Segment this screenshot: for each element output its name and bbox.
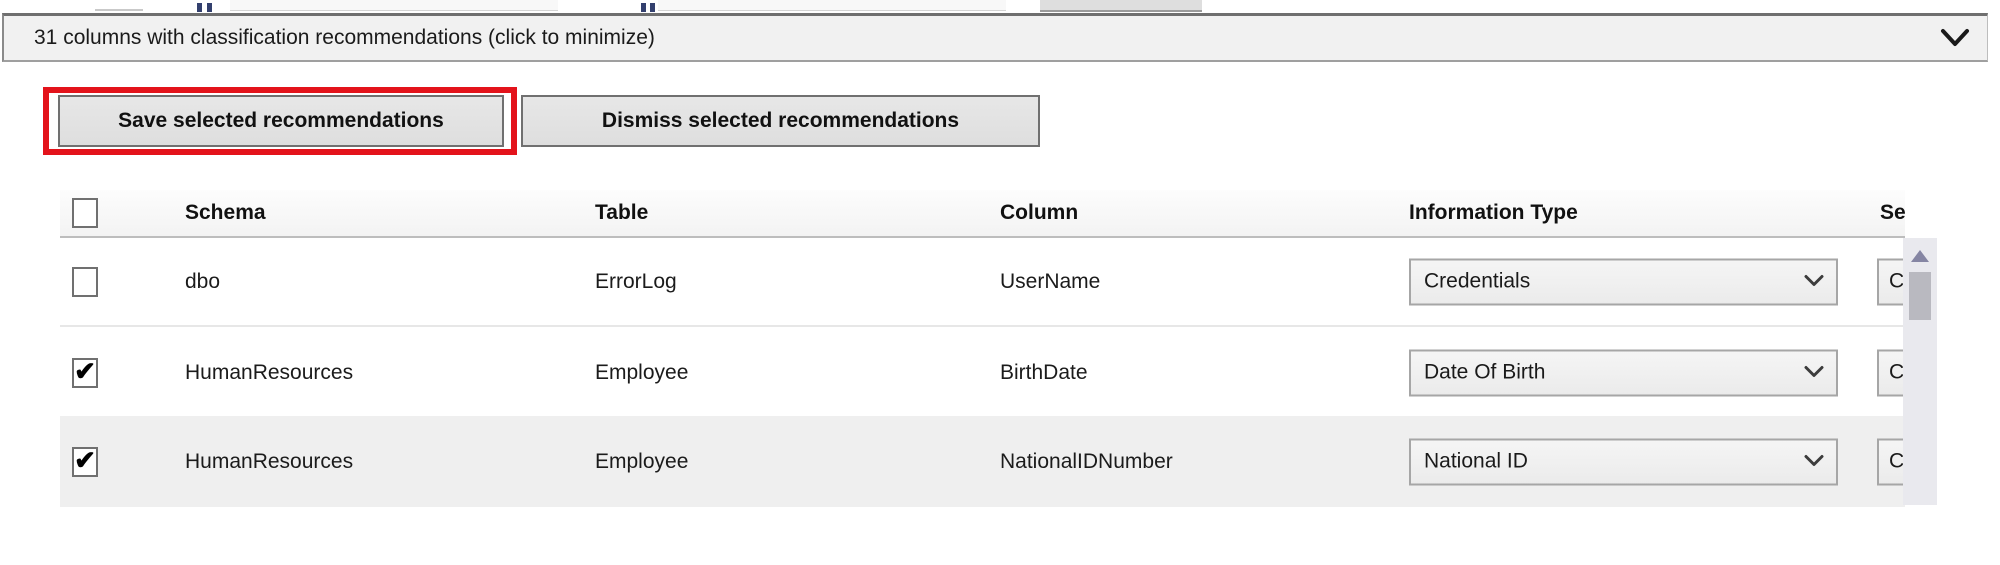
cropped-ui-remnant: [230, 0, 558, 11]
chevron-down-icon: [1804, 450, 1824, 474]
cell-schema: HumanResources: [185, 361, 353, 385]
dropdown-value: Date Of Birth: [1424, 361, 1545, 385]
row-checkbox[interactable]: [72, 267, 98, 297]
scroll-up-icon[interactable]: [1911, 250, 1929, 262]
information-type-dropdown[interactable]: Date Of Birth: [1409, 349, 1838, 396]
scrollbar-thumb[interactable]: [1909, 272, 1931, 320]
cell-table: Employee: [595, 361, 688, 385]
table-row: dbo ErrorLog UserName Credentials C: [60, 238, 1905, 327]
header-sensitivity-label: Se: [1880, 201, 1905, 225]
dropdown-value: Credentials: [1424, 270, 1530, 294]
cropped-ui-remnant: [641, 3, 646, 12]
header-information-type: Information Type: [1409, 201, 1578, 225]
information-type-dropdown[interactable]: Credentials: [1409, 258, 1838, 305]
cropped-ui-remnant: [197, 3, 202, 12]
vertical-scrollbar[interactable]: [1903, 238, 1937, 505]
cell-column: UserName: [1000, 270, 1100, 294]
cell-schema: dbo: [185, 270, 220, 294]
row-checkbox[interactable]: ✔: [72, 447, 98, 477]
chevron-down-icon[interactable]: [1939, 27, 1971, 49]
chevron-down-icon: [1804, 361, 1824, 385]
dismiss-selected-recommendations-button[interactable]: Dismiss selected recommendations: [521, 95, 1040, 147]
checkmark-icon: ✔: [74, 447, 96, 473]
save-selected-recommendations-button[interactable]: Save selected recommendations: [58, 95, 504, 147]
header-column: Column: [1000, 201, 1078, 225]
dropdown-value: C: [1889, 270, 1904, 294]
information-type-dropdown[interactable]: National ID: [1409, 438, 1838, 485]
row-checkbox[interactable]: ✔: [72, 358, 98, 388]
cell-table: ErrorLog: [595, 270, 677, 294]
cell-column: NationalIDNumber: [1000, 450, 1173, 474]
recommendations-table: Schema Table Column Information Type Se …: [60, 190, 1905, 505]
dropdown-value: C: [1889, 450, 1904, 474]
table-row: ✔ HumanResources Employee BirthDate Date…: [60, 329, 1905, 416]
cropped-ui-remnant: [658, 0, 1006, 11]
cropped-ui-remnant: [650, 3, 655, 12]
cropped-ui-remnant: [207, 3, 212, 12]
cropped-ui-remnant: [1040, 0, 1202, 12]
table-row: ✔ HumanResources Employee NationalIDNumb…: [60, 416, 1905, 507]
dropdown-value: C: [1889, 361, 1904, 385]
recommendations-banner[interactable]: 31 columns with classification recommend…: [2, 13, 1988, 62]
cell-column: BirthDate: [1000, 361, 1088, 385]
checkmark-icon: ✔: [74, 358, 96, 384]
cell-schema: HumanResources: [185, 450, 353, 474]
cell-table: Employee: [595, 450, 688, 474]
data-classification-pane: 31 columns with classification recommend…: [0, 0, 2000, 565]
table-header-row: Schema Table Column Information Type Se: [60, 190, 1905, 238]
header-table: Table: [595, 201, 648, 225]
select-all-checkbox[interactable]: [72, 198, 98, 228]
chevron-down-icon: [1804, 270, 1824, 294]
header-schema: Schema: [185, 201, 266, 225]
cropped-ui-remnant: [95, 9, 143, 11]
recommendations-banner-label: 31 columns with classification recommend…: [4, 26, 655, 50]
dropdown-value: National ID: [1424, 450, 1528, 474]
